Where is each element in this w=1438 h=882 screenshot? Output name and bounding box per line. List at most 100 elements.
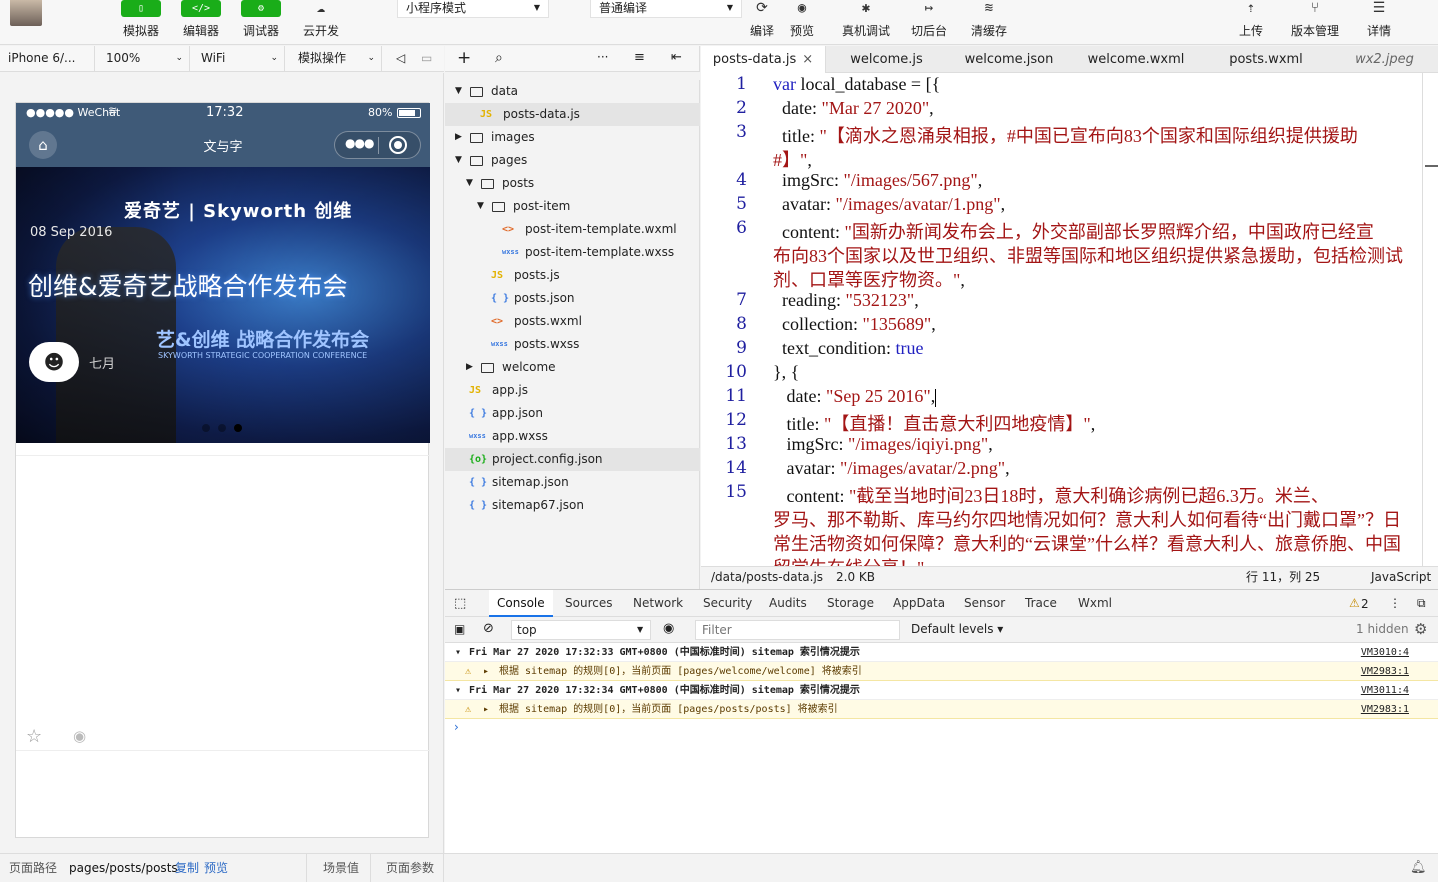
- devtools-tab-sensor[interactable]: Sensor: [964, 590, 1005, 617]
- simulate-ops-select[interactable]: 模拟操作 ⌄: [290, 46, 382, 71]
- clear-console-icon[interactable]: ⊘: [483, 621, 494, 636]
- simulator-toggle-button[interactable]: ▯ 模拟器: [117, 0, 165, 39]
- folder-item-posts[interactable]: ▼ posts: [445, 172, 700, 195]
- file-item[interactable]: JS app.js: [445, 379, 700, 402]
- debugger-toggle-button[interactable]: ⚙ 调试器: [237, 0, 285, 39]
- editor-tab[interactable]: wx2.jpeg: [1331, 46, 1438, 73]
- eye-icon[interactable]: ◉: [663, 621, 674, 636]
- add-icon[interactable]: +: [457, 48, 471, 68]
- editor-tab[interactable]: welcome.js: [826, 46, 947, 73]
- source-link[interactable]: VM2983:1: [1361, 700, 1409, 719]
- more-dots-icon[interactable]: ●●●: [345, 136, 374, 150]
- mode-select[interactable]: 小程序模式 ▼: [397, 0, 549, 18]
- popout-icon[interactable]: ▭: [421, 51, 432, 65]
- file-item[interactable]: <> post-item-template.wxml: [445, 218, 700, 241]
- version-management-button[interactable]: ⑂ 版本管理: [1285, 0, 1345, 39]
- search-icon[interactable]: ⌕: [495, 50, 503, 66]
- file-item[interactable]: wxss app.wxss: [445, 425, 700, 448]
- file-item[interactable]: wxss posts.wxss: [445, 333, 700, 356]
- folder-item-post-item[interactable]: ▼ post-item: [445, 195, 700, 218]
- close-miniprogram-icon[interactable]: [389, 136, 407, 154]
- console-warning-row[interactable]: ▸ ⚠ 根据 sitemap 的规则[0]，当前页面 [pages/posts/po…: [445, 700, 1438, 719]
- console-warning-row[interactable]: ▸ ⚠ 根据 sitemap 的规则[0]，当前页面 [pages/welcome/…: [445, 662, 1438, 681]
- file-item[interactable]: <> posts.wxml: [445, 310, 700, 333]
- scene-value-button[interactable]: 场景值: [323, 854, 359, 882]
- background-button[interactable]: ↦ 切后台: [905, 0, 953, 39]
- source-link[interactable]: VM3010:4: [1361, 643, 1409, 662]
- collapse-all-icon[interactable]: ≡: [634, 50, 645, 65]
- devtools-tab-trace[interactable]: Trace: [1025, 590, 1057, 617]
- folder-item-welcome[interactable]: ▶ welcome: [445, 356, 700, 379]
- file-item[interactable]: {o} project.config.json: [445, 448, 700, 471]
- undock-icon[interactable]: ⧉: [1417, 596, 1426, 611]
- caret-down-icon[interactable]: ▼: [455, 149, 462, 172]
- editor-tab[interactable]: posts.wxml: [1201, 46, 1331, 73]
- devtools-tab-network[interactable]: Network: [633, 590, 683, 617]
- caret-right-icon[interactable]: ▶: [466, 356, 473, 379]
- preview-button[interactable]: ◉ 预览: [778, 0, 826, 39]
- devtools-tab-appdata[interactable]: AppData: [893, 590, 945, 617]
- source-link[interactable]: VM3011:4: [1361, 681, 1409, 700]
- file-item[interactable]: { } sitemap67.json: [445, 494, 700, 517]
- swiper-dot[interactable]: [218, 424, 226, 432]
- console-prompt[interactable]: ›: [454, 720, 459, 734]
- devtools-tab-console[interactable]: Console: [489, 590, 553, 617]
- devtools-tab-security[interactable]: Security: [703, 590, 752, 617]
- caret-right-icon[interactable]: ▶: [455, 126, 462, 149]
- swiper-dot[interactable]: [234, 424, 242, 432]
- clear-cache-button[interactable]: ≋ 清缓存: [965, 0, 1013, 39]
- page-params-button[interactable]: 页面参数: [386, 854, 434, 882]
- console-filter-input[interactable]: [695, 620, 900, 640]
- caret-down-icon[interactable]: ▼: [466, 172, 473, 195]
- console-group-row[interactable]: ▾ Fri Mar 27 2020 17:32:33 GMT+0800 (中国标准…: [445, 643, 1438, 662]
- speaker-icon[interactable]: ◁: [396, 51, 405, 65]
- device-select[interactable]: iPhone 6/...: [0, 46, 95, 71]
- close-tab-icon[interactable]: ×: [802, 52, 813, 67]
- log-levels-select[interactable]: Default levels ▾: [911, 622, 1003, 636]
- upload-button[interactable]: ⇡ 上传: [1227, 0, 1275, 39]
- console-group-row[interactable]: ▾ Fri Mar 27 2020 17:32:34 GMT+0800 (中国标准…: [445, 681, 1438, 700]
- editor-tab[interactable]: welcome.wxml: [1071, 46, 1201, 73]
- compile-mode-select[interactable]: 普通编译 ▼: [590, 0, 742, 18]
- devtools-tab-audits[interactable]: Audits: [769, 590, 807, 617]
- file-item[interactable]: JS posts.js: [445, 264, 700, 287]
- more-icon[interactable]: ···: [597, 50, 608, 64]
- folder-item-images[interactable]: ▶ images: [445, 126, 700, 149]
- split-icon[interactable]: ⇤: [671, 50, 682, 65]
- scrollbar-marker[interactable]: [1425, 165, 1438, 167]
- swiper-dot[interactable]: [202, 424, 210, 432]
- star-icon[interactable]: ☆: [26, 726, 42, 747]
- sidebar-toggle-icon[interactable]: ▣: [454, 622, 465, 636]
- remote-debug-button[interactable]: ✱ 真机调试: [836, 0, 896, 39]
- devtools-tab-sources[interactable]: Sources: [565, 590, 612, 617]
- preview-link[interactable]: 预览: [204, 854, 228, 882]
- caret-down-icon[interactable]: ▼: [477, 195, 484, 218]
- source-link[interactable]: VM2983:1: [1361, 662, 1409, 681]
- file-item[interactable]: { } posts.json: [445, 287, 700, 310]
- devtools-tab-storage[interactable]: Storage: [827, 590, 874, 617]
- settings-gear-icon[interactable]: ⚙: [1414, 620, 1427, 638]
- eye-icon[interactable]: ◉: [73, 727, 86, 745]
- folder-item-data[interactable]: ▼ data: [445, 80, 700, 103]
- kebab-menu-icon[interactable]: ⋮: [1389, 596, 1401, 610]
- editor-toggle-button[interactable]: </> 编辑器: [177, 0, 225, 39]
- user-avatar[interactable]: [10, 0, 42, 26]
- file-item[interactable]: { } sitemap.json: [445, 471, 700, 494]
- caret-down-icon[interactable]: ▼: [455, 80, 462, 103]
- expand-arrow-icon[interactable]: ▸: [483, 662, 489, 681]
- context-select[interactable]: top ▼: [511, 620, 651, 640]
- details-button[interactable]: ☰ 详情: [1355, 0, 1403, 39]
- devtools-tab-wxml[interactable]: Wxml: [1078, 590, 1112, 617]
- cloud-dev-button[interactable]: ☁ 云开发: [297, 0, 345, 39]
- editor-tab[interactable]: welcome.json: [947, 46, 1071, 73]
- copy-path-link[interactable]: 复制: [175, 854, 199, 882]
- code-editor[interactable]: 1 var local_database = [{2 date: "Mar 27 …: [701, 73, 1438, 566]
- file-item[interactable]: JS posts-data.js: [445, 103, 700, 126]
- editor-tab[interactable]: posts-data.js ×: [701, 46, 826, 73]
- swiper-banner[interactable]: 爱奇艺 | Skyworth 创维 08 Sep 2016 创维&爱奇艺战略合作…: [16, 167, 430, 443]
- inspect-icon[interactable]: ⬚: [454, 596, 466, 611]
- folder-item-pages[interactable]: ▼ pages: [445, 149, 700, 172]
- network-select[interactable]: WiFi ⌄: [193, 46, 285, 71]
- expand-arrow-icon[interactable]: ▸: [483, 700, 489, 719]
- bell-icon[interactable]: 🔔︎: [1410, 854, 1427, 882]
